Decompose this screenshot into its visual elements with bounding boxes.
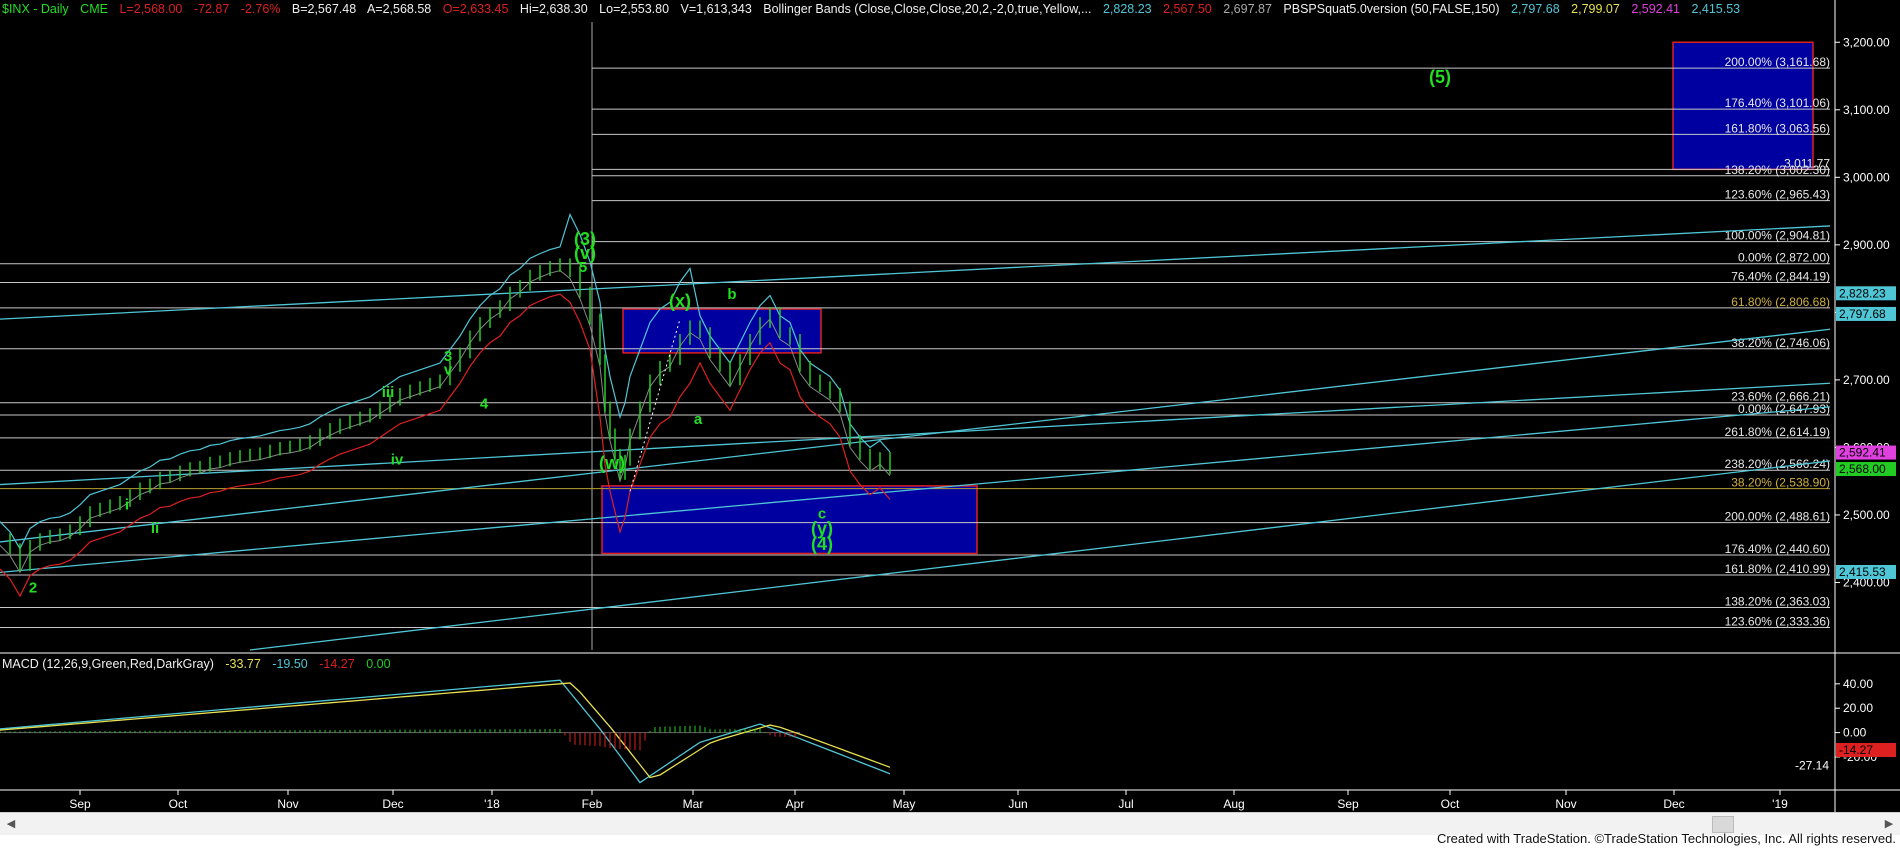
pbs-value-3: 2,592.41 — [1631, 2, 1680, 16]
price-tag-label: 2,797.68 — [1839, 307, 1886, 321]
bollinger-label: Bollinger Bands (Close,Close,Close,20,2,… — [763, 2, 1092, 16]
fib-level-label: 38.20% (2,746.06) — [1731, 336, 1830, 350]
fib-level-label: 76.40% (2,844.19) — [1731, 270, 1830, 284]
open-price: O=2,633.45 — [442, 2, 509, 16]
fib-level-label: 138.20% (3,002.30) — [1725, 163, 1830, 177]
fib-level-label: 61.80% (2,806.68) — [1731, 295, 1830, 309]
fib-level-label: 176.40% (2,440.60) — [1725, 542, 1830, 556]
fib-level-label: 161.80% (2,410.99) — [1725, 562, 1830, 576]
wave-label: (w) — [599, 453, 625, 473]
wave-label: a — [694, 411, 703, 428]
target-box-wave-4 — [601, 485, 978, 555]
price-tag-label: 2,568.00 — [1839, 462, 1886, 476]
wave-label: (4) — [811, 534, 833, 554]
macd-value-2: -19.50 — [272, 657, 308, 671]
low-price: Lo=2,553.80 — [599, 2, 670, 16]
exchange-label: CME — [80, 2, 108, 16]
pbs-label: PBSPSquat5.0version (50,FALSE,150) — [1283, 2, 1500, 16]
price-axis-label: 2,900.00 — [1843, 238, 1890, 252]
time-axis-label: '19 — [1772, 797, 1788, 811]
time-axis-label: Apr — [786, 797, 805, 811]
volume-value: V=1,613,343 — [680, 2, 752, 16]
fib-level-label: 123.60% (2,333.36) — [1725, 614, 1830, 628]
ask-price: A=2,568.58 — [366, 2, 432, 16]
wave-label: (5) — [1429, 67, 1451, 87]
time-axis-label: Oct — [169, 797, 188, 811]
fib-level-label: 0.00% (2,872.00) — [1738, 251, 1830, 265]
wave-label: 5 — [579, 259, 587, 276]
time-axis-label: Oct — [1441, 797, 1460, 811]
fib-level-label: 161.80% (3,063.56) — [1725, 121, 1830, 135]
footer-credit: Created with TradeStation. ©TradeStation… — [1436, 831, 1896, 846]
chart-background — [0, 0, 1900, 812]
wave-label: iv — [391, 451, 404, 468]
fib-level-label: 261.80% (2,614.19) — [1725, 425, 1830, 439]
macd-value-1: -33.77 — [225, 657, 261, 671]
chart-header: $INX - Daily CME L=2,568.00 -72.87 -2.76… — [2, 2, 1748, 16]
scroll-left-icon[interactable]: ◀ — [4, 817, 18, 831]
bollinger-mid: 2,697.87 — [1223, 2, 1272, 16]
pct-change: -2.76% — [240, 2, 281, 16]
time-axis-label: Sep — [69, 797, 91, 811]
fib-level-label: 238.20% (2,566.24) — [1725, 457, 1830, 471]
time-axis-label: Feb — [582, 797, 603, 811]
pbs-value-1: 2,797.68 — [1511, 2, 1560, 16]
target-box-wave-b — [622, 308, 822, 354]
time-axis-label: Sep — [1337, 797, 1359, 811]
symbol-label: $INX - Daily — [2, 2, 69, 16]
wave-label: 2 — [29, 580, 37, 597]
time-axis-label: Dec — [1663, 797, 1684, 811]
fib-level-label: 200.00% (3,161.68) — [1725, 55, 1830, 69]
time-axis-label: '18 — [484, 797, 500, 811]
fib-level-label: 123.60% (2,965.43) — [1725, 188, 1830, 202]
price-axis-label: 2,700.00 — [1843, 373, 1890, 387]
time-axis-label: Nov — [277, 797, 298, 811]
bollinger-lower: 2,567.50 — [1163, 2, 1212, 16]
time-axis-label: May — [893, 797, 916, 811]
price-chart[interactable]: 200.00% (3,161.68) 176.40% (3,101.06) 161.… — [0, 0, 1900, 812]
macd-axis-label: 40.00 — [1843, 677, 1873, 691]
macd-tag-label: -14.27 — [1839, 743, 1873, 757]
price-axis-label: 3,100.00 — [1843, 103, 1890, 117]
macd-value-3: -14.27 — [319, 657, 355, 671]
wave-label: b — [727, 286, 736, 303]
scroll-right-icon[interactable]: ▶ — [1882, 817, 1896, 831]
fib-level-label: 176.40% (3,101.06) — [1725, 96, 1830, 110]
macd-axis-label: 0.00 — [1843, 726, 1867, 740]
fib-level-label: 38.20% (2,538.90) — [1731, 476, 1830, 490]
wave-label: 4 — [480, 395, 489, 412]
fib-level-label: 138.20% (2,363.03) — [1725, 594, 1830, 608]
time-axis-label: Jun — [1008, 797, 1027, 811]
macd-header: MACD (12,26,9,Green,Red,DarkGray) -33.77… — [2, 657, 399, 671]
pbs-value-2: 2,799.07 — [1571, 2, 1620, 16]
price-tag-label: 2,415.53 — [1839, 565, 1886, 579]
net-change: -72.87 — [193, 2, 230, 16]
fib-level-label: 200.00% (2,488.61) — [1725, 510, 1830, 524]
bollinger-upper: 2,828.23 — [1102, 2, 1152, 16]
price-axis-label: 3,200.00 — [1843, 35, 1890, 49]
pbs-value-4: 2,415.53 — [1691, 2, 1741, 16]
high-price: Hi=2,638.30 — [519, 2, 588, 16]
macd-value-4: 0.00 — [366, 657, 391, 671]
price-tag-label: 2,592.41 — [1839, 446, 1886, 460]
time-axis-label: Mar — [683, 797, 704, 811]
time-axis-label: Aug — [1223, 797, 1244, 811]
chart-window: 200.00% (3,161.68) 176.40% (3,101.06) 161.… — [0, 0, 1900, 850]
macd-label: MACD (12,26,9,Green,Red,DarkGray) — [2, 657, 214, 671]
price-axis-label: 3,000.00 — [1843, 170, 1890, 184]
macd-axis-label: 20.00 — [1843, 701, 1873, 715]
time-axis-label: Jul — [1118, 797, 1133, 811]
wave-label: iii — [382, 384, 395, 401]
wave-label: ii — [151, 520, 159, 537]
time-axis-label: Dec — [382, 797, 403, 811]
price-tag-label: 2,828.23 — [1839, 286, 1886, 300]
time-axis-label: Nov — [1555, 797, 1576, 811]
wave-label: v — [444, 361, 453, 378]
last-price: L=2,568.00 — [119, 2, 183, 16]
wave-label: i — [125, 497, 129, 514]
price-axis-label: 2,500.00 — [1843, 508, 1890, 522]
bid-price: B=2,567.48 — [291, 2, 357, 16]
wave-label: (x) — [669, 291, 691, 311]
macd-tag-label: -27.14 — [1795, 759, 1829, 773]
